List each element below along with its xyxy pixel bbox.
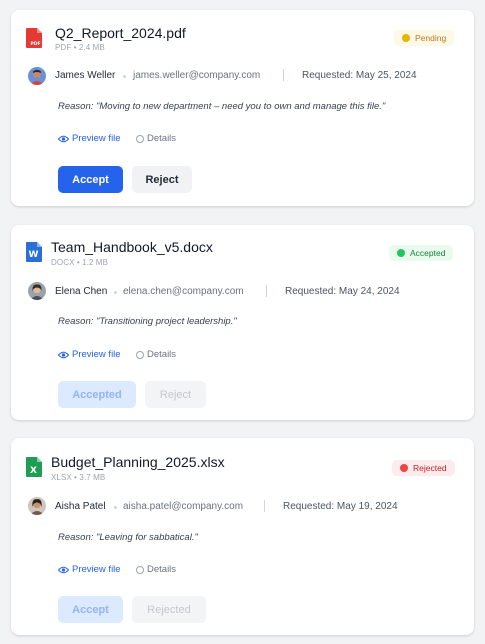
reject-button[interactable]: Reject [132,166,192,193]
clock-icon [402,34,410,42]
reason-text: Reason: "Moving to new department – need… [58,101,386,112]
pdf-file-icon: PDF [26,28,42,48]
requester-email: aisha.patel@company.com [123,501,244,512]
details-link[interactable]: Details [136,564,176,575]
accept-button[interactable]: Accept [58,166,123,193]
preview-file-label: Preview file [72,133,121,144]
details-label: Details [147,349,177,360]
preview-file-link[interactable]: Preview file [58,133,121,144]
file-meta: DOCX • 1.2 MB [51,258,109,267]
preview-file-link[interactable]: Preview file [58,564,121,575]
xlsx-file-icon: X [26,457,42,477]
eye-icon [58,135,69,142]
status-badge: Pending [394,30,455,46]
info-circle-icon [136,565,144,574]
reject-button: Reject [145,381,206,408]
file-meta: XLSX • 3.7 MB [51,473,106,482]
avatar [28,282,46,300]
details-label: Details [147,133,177,144]
details-label: Details [147,564,177,575]
accepted-button: Accepted [58,381,136,408]
status-badge: Rejected [392,460,455,476]
divider [283,69,284,81]
preview-file-label: Preview file [72,564,121,575]
file-name: Team_Handbook_v5.docx [51,239,213,255]
x-circle-icon [400,464,408,472]
requester-name: Aisha Patel [55,501,106,512]
status-label: Rejected [413,463,447,473]
file-meta: PDF • 2.4 MB [55,43,105,52]
rejected-button: Rejected [132,596,206,623]
avatar [28,497,46,515]
status-badge: Accepted [389,245,454,261]
eye-icon [58,351,69,358]
avatar [28,67,46,85]
details-link[interactable]: Details [136,349,176,360]
requester-email: elena.chen@company.com [123,286,244,297]
file-name: Budget_Planning_2025.xlsx [51,454,225,470]
svg-text:PDF: PDF [30,41,40,47]
info-circle-icon [136,134,144,143]
requester-name: Elena Chen [55,286,108,297]
divider [266,285,267,297]
preview-file-label: Preview file [72,349,121,360]
docx-file-icon: W [26,242,42,262]
svg-text:W: W [29,250,39,260]
status-label: Accepted [410,248,446,258]
transfer-request-card: X Budget_Planning_2025.xlsx XLSX • 3.7 M… [11,438,474,635]
details-link[interactable]: Details [136,133,176,144]
status-label: Pending [415,33,447,43]
requested-date: Requested: May 19, 2024 [283,501,398,512]
transfer-request-card: W Team_Handbook_v5.docx DOCX • 1.2 MB Ac… [11,225,474,420]
requester-email: james.weller@company.com [133,70,261,81]
eye-icon [58,566,69,573]
accept-button: Accept [58,596,123,623]
reason-text: Reason: "Transitioning project leadershi… [58,316,237,327]
requester-name: James Weller [55,70,116,81]
preview-file-link[interactable]: Preview file [58,349,121,360]
separator-dot [114,291,117,294]
transfer-request-card: PDF Q2_Report_2024.pdf PDF • 2.4 MB Pend… [11,10,474,206]
info-circle-icon [136,350,144,359]
divider [264,500,265,512]
reason-text: Reason: "Leaving for sabbatical." [58,532,198,543]
requested-date: Requested: May 25, 2024 [302,70,417,81]
separator-dot [114,506,117,509]
svg-text:X: X [30,466,37,476]
separator-dot [123,75,126,78]
check-circle-icon [397,249,405,257]
requested-date: Requested: May 24, 2024 [285,286,400,297]
file-name: Q2_Report_2024.pdf [55,25,186,41]
